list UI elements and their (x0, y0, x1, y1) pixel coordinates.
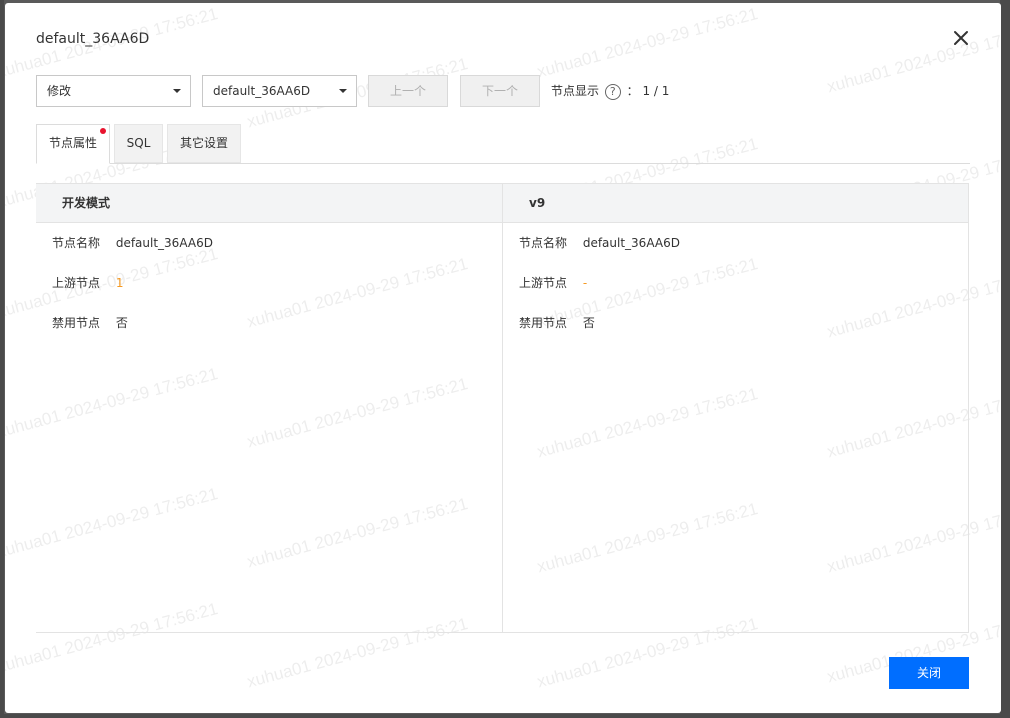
mode-select[interactable]: 修改 (36, 75, 191, 107)
property-value: 否 (115, 316, 128, 330)
compare-column-version: v9 节点名称 default_36AA6D 上游节点 - 禁用节点 否 (503, 183, 969, 633)
property-key: 上游节点 (519, 276, 568, 290)
close-button[interactable]: 关闭 (889, 657, 969, 689)
tab-underline (36, 163, 970, 164)
chevron-down-icon (339, 89, 347, 93)
property-row: 禁用节点 否 (503, 303, 968, 343)
tab-node-properties[interactable]: 节点属性 (36, 124, 110, 164)
column-header: v9 (503, 183, 968, 223)
node-display: 节点显示 ? ： 1 / 1 (551, 75, 669, 107)
compare-dialog: xuhua01 2024-09-29 17:56:21 xuhua01 2024… (5, 3, 1001, 713)
property-value: 否 (582, 316, 595, 330)
badge-dot (100, 128, 106, 134)
backdrop (0, 714, 1010, 718)
node-display-value: ： 1 / 1 (626, 84, 670, 98)
node-display-label: 节点显示 (551, 84, 600, 98)
property-key: 节点名称 (52, 236, 101, 250)
tab-label: SQL (126, 136, 151, 150)
tab-bar: 节点属性 SQL 其它设置 (36, 124, 970, 164)
prev-button[interactable]: 上一个 (368, 75, 448, 107)
dialog-title: default_36AA6D (36, 31, 150, 47)
mode-select-value: 修改 (47, 84, 72, 98)
tab-label: 其它设置 (179, 136, 228, 150)
compare-panel: 开发模式 节点名称 default_36AA6D 上游节点 1 禁用节点 否 v… (36, 183, 969, 633)
compare-column-dev: 开发模式 节点名称 default_36AA6D 上游节点 1 禁用节点 否 (36, 183, 503, 633)
property-row: 禁用节点 否 (36, 303, 502, 343)
watermark: xuhua01 2024-09-29 17:56:21 (535, 4, 760, 82)
close-icon[interactable] (951, 28, 971, 48)
property-key: 禁用节点 (519, 316, 568, 330)
backdrop (0, 0, 4, 718)
tab-label: 节点属性 (48, 136, 97, 150)
help-icon[interactable]: ? (604, 83, 621, 100)
backdrop (1000, 0, 1010, 718)
property-value: default_36AA6D (115, 236, 213, 250)
node-select-value: default_36AA6D (213, 84, 311, 98)
toolbar: 修改 default_36AA6D 上一个 下一个 节点显示 ? ： 1 / 1 (36, 75, 976, 107)
property-row: 上游节点 1 (36, 263, 502, 303)
next-button[interactable]: 下一个 (460, 75, 540, 107)
property-row: 节点名称 default_36AA6D (503, 223, 968, 263)
property-key: 上游节点 (52, 276, 101, 290)
property-value: - (582, 276, 588, 290)
node-select[interactable]: default_36AA6D (202, 75, 357, 107)
property-row: 上游节点 - (503, 263, 968, 303)
chevron-down-icon (173, 89, 181, 93)
property-value: 1 (115, 276, 124, 290)
property-key: 节点名称 (519, 236, 568, 250)
tab-other-settings[interactable]: 其它设置 (167, 124, 241, 163)
property-key: 禁用节点 (52, 316, 101, 330)
tab-sql[interactable]: SQL (114, 124, 163, 163)
property-row: 节点名称 default_36AA6D (36, 223, 502, 263)
column-header: 开发模式 (36, 183, 502, 223)
property-value: default_36AA6D (582, 236, 680, 250)
